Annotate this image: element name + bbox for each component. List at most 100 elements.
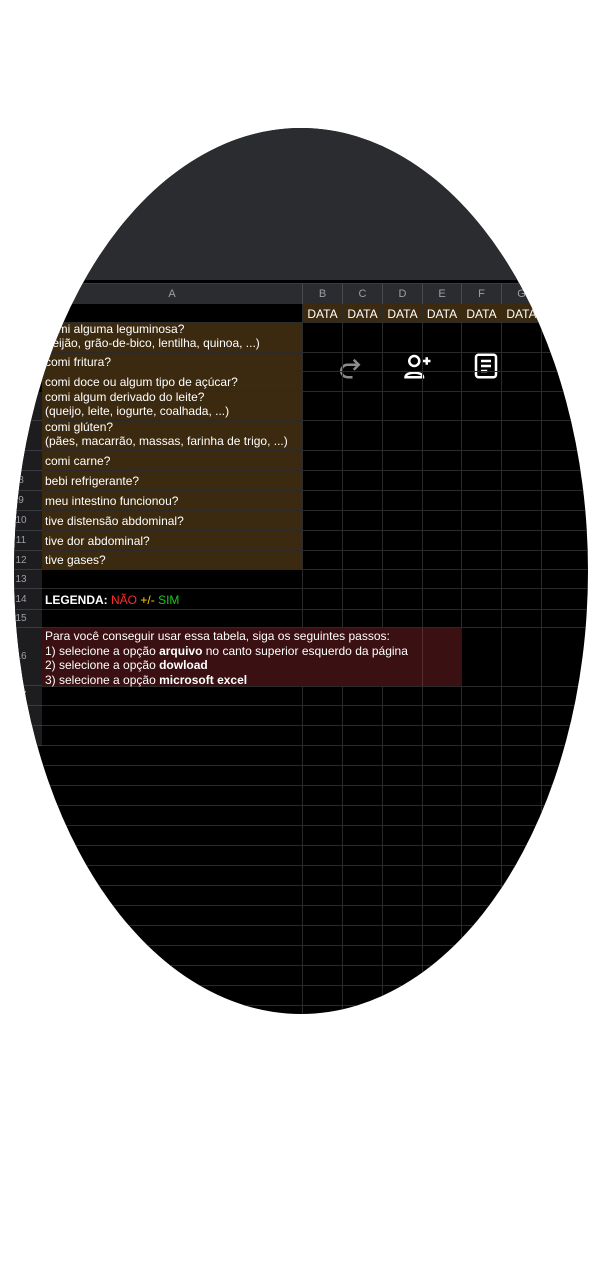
question-cell[interactable]: tive distensão abdominal?: [42, 511, 303, 531]
row-number[interactable]: 17: [14, 686, 42, 706]
date-header-d[interactable]: DATA: [383, 304, 423, 323]
grid-line: [42, 965, 588, 966]
grid-line: [42, 765, 588, 766]
grid-line: [42, 945, 588, 946]
question-cell[interactable]: comi doce ou algum tipo de açúcar?: [42, 372, 303, 392]
row-number[interactable]: 7: [14, 451, 42, 471]
grid-line: [541, 304, 542, 1014]
cell-a1[interactable]: [42, 304, 303, 323]
grid-line: [42, 550, 588, 551]
question-text: meu intestino funcionou?: [45, 494, 179, 508]
question-cell[interactable]: comi fritura?: [42, 353, 303, 372]
date-header-e[interactable]: DATA: [423, 304, 462, 323]
instructions-cell[interactable]: Para você conseguir usar essa tabela, si…: [42, 628, 462, 688]
column-header-g[interactable]: G: [502, 284, 542, 304]
notes-button[interactable]: [470, 350, 502, 382]
grid-line: [42, 371, 588, 372]
row-number[interactable]: 11: [14, 531, 42, 551]
grid-line: [42, 588, 588, 589]
column-header-row: A B C D E F G: [14, 283, 588, 304]
row-number[interactable]: 6: [14, 421, 42, 451]
question-text: tive gases?: [45, 553, 106, 567]
oval-crop: A B C D E F G DATA DATA DATA DATA DATA D…: [14, 128, 588, 1014]
row-number[interactable]: 13: [14, 570, 42, 589]
row-number[interactable]: 18: [14, 706, 42, 726]
question-cell[interactable]: tive dor abdominal?: [42, 531, 303, 551]
legend-yes: SIM: [158, 593, 180, 607]
question-cell[interactable]: comi glúten? (pães, macarrão, massas, fa…: [42, 420, 303, 451]
column-header-b[interactable]: B: [303, 284, 343, 304]
question-cell[interactable]: comi algum derivado do leite? (queijo, l…: [42, 390, 303, 421]
question-text: comi fritura?: [45, 355, 112, 369]
row-number[interactable]: 9: [14, 491, 42, 511]
grid-line: [42, 569, 588, 570]
row-number[interactable]: 19: [14, 726, 42, 746]
grid-line: [42, 845, 588, 846]
row-number[interactable]: 10: [14, 511, 42, 531]
date-header-c[interactable]: DATA: [343, 304, 383, 323]
instructions-step-3: 3) selecione a opção microsoft excel: [45, 673, 459, 688]
instructions-intro: Para você conseguir usar essa tabela, si…: [45, 629, 390, 643]
question-cell[interactable]: meu intestino funcionou?: [42, 491, 303, 511]
grid-line: [42, 1005, 588, 1006]
column-header-f[interactable]: F: [462, 284, 502, 304]
step-1-suffix: no canto superior esquerdo da página: [202, 643, 408, 658]
question-text: comi carne?: [45, 454, 111, 468]
legend-cell[interactable]: LEGENDA: NÃO +/- SIM: [42, 590, 303, 610]
question-cell[interactable]: comi alguma leguminosa? (feijão, grão-de…: [42, 322, 303, 353]
grid-line: [42, 391, 588, 392]
question-cell[interactable]: comi carne?: [42, 451, 303, 471]
column-header-c[interactable]: C: [343, 284, 383, 304]
row-number[interactable]: 14: [14, 589, 42, 610]
question-text: bebi refrigerante?: [45, 474, 140, 488]
legend-mid: +/-: [140, 593, 155, 607]
row-number[interactable]: 12: [14, 551, 42, 570]
step-3-bold: microsoft excel: [159, 672, 248, 687]
date-header-f[interactable]: DATA: [462, 304, 502, 323]
grid-line: [42, 805, 588, 806]
question-text: tive distensão abdominal?: [45, 514, 184, 528]
grid-line: [42, 745, 588, 746]
toolbar: [14, 128, 588, 379]
grid-line: [42, 925, 588, 926]
date-header-g[interactable]: DATA: [502, 304, 542, 323]
column-header-d[interactable]: D: [383, 284, 423, 304]
grid-line: [42, 725, 588, 726]
date-header-b[interactable]: DATA: [303, 304, 343, 323]
grid-line: [42, 490, 588, 491]
grid-line: [501, 304, 502, 1014]
question-text: tive dor abdominal?: [45, 534, 150, 548]
question-cell[interactable]: tive gases?: [42, 551, 303, 570]
row-number[interactable]: 15: [14, 610, 42, 628]
step-2-prefix: 2) selecione a opção: [45, 658, 160, 672]
grid-line: [42, 865, 588, 866]
question-detail: (feijão, grão-de-bico, lentilha, quinoa,…: [45, 336, 260, 350]
instructions-step-1: 1) selecione a opção arquivo no canto su…: [45, 644, 459, 659]
question-cell[interactable]: bebi refrigerante?: [42, 471, 303, 491]
notes-icon: [474, 353, 498, 379]
question-text: comi glúten?: [45, 420, 114, 434]
grid-line: [42, 785, 588, 786]
question-detail: (queijo, leite, iogurte, coalhada, ...): [45, 404, 230, 418]
grid-line: [42, 705, 588, 706]
question-text: comi doce ou algum tipo de açúcar?: [45, 375, 238, 389]
legend-label: LEGENDA:: [45, 593, 108, 607]
row-number[interactable]: 16: [14, 628, 42, 686]
grid-line: [42, 420, 588, 421]
grid-line: [42, 825, 588, 826]
column-header-a[interactable]: A: [42, 284, 303, 304]
grid-line: [42, 352, 588, 353]
row-number[interactable]: 5: [14, 392, 42, 421]
grid-line: [42, 905, 588, 906]
spreadsheet-stage: A B C D E F G DATA DATA DATA DATA DATA D…: [14, 128, 588, 1014]
share-button[interactable]: [402, 350, 434, 382]
redo-button[interactable]: [334, 350, 366, 382]
question-detail: (pães, macarrão, massas, farinha de trig…: [45, 434, 288, 448]
column-header-e[interactable]: E: [423, 284, 462, 304]
row-number[interactable]: 8: [14, 471, 42, 491]
step-2-bold: dowload: [159, 658, 208, 672]
question-text: comi alguma leguminosa?: [45, 322, 185, 336]
redo-icon: [340, 358, 361, 379]
add-person-icon: [404, 354, 431, 379]
question-text: comi algum derivado do leite?: [45, 390, 205, 404]
